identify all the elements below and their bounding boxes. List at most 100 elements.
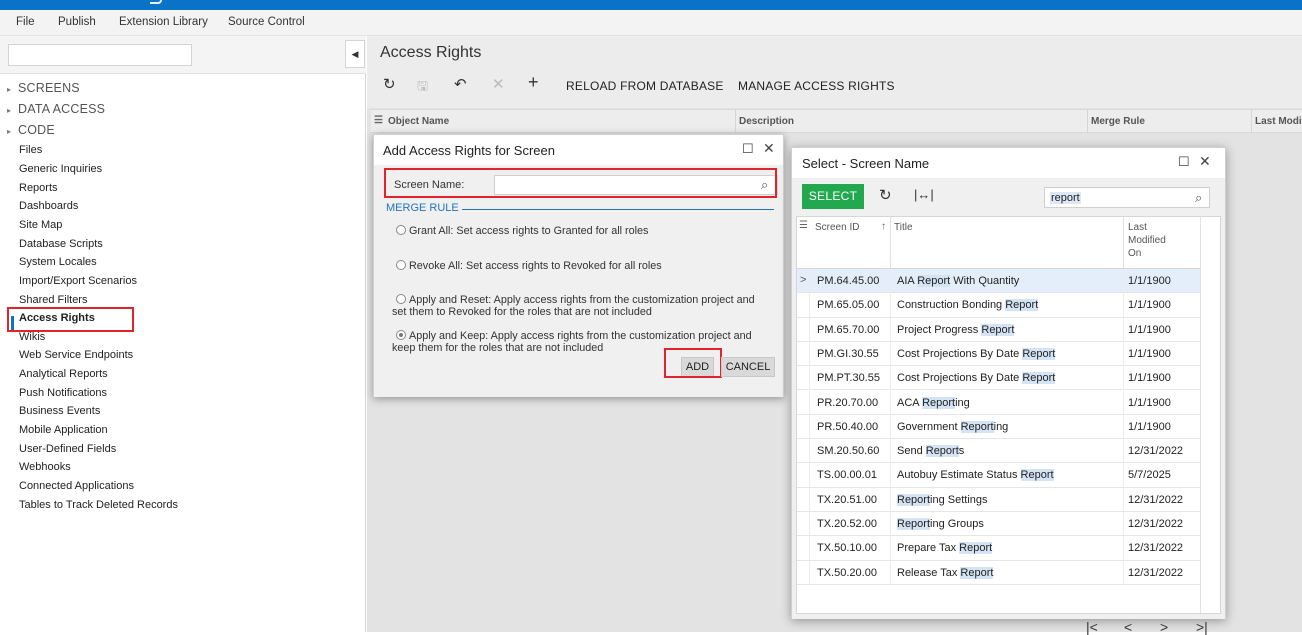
sidebar-item-reports[interactable]: Reports xyxy=(19,182,58,194)
radio-button[interactable] xyxy=(396,294,406,304)
sidebar-item-webhooks[interactable]: Webhooks xyxy=(19,461,71,473)
screen-search-input[interactable]: report ⌕ xyxy=(1044,187,1210,208)
sidebar-item-shared-filters[interactable]: Shared Filters xyxy=(19,294,87,306)
cell-title: Cost Projections By Date Report xyxy=(897,372,1056,385)
tree-group-label: CODE xyxy=(18,123,55,137)
delete-icon[interactable]: ✕ xyxy=(492,75,505,93)
option-apply-and-reset[interactable]: Apply and Reset: Apply access rights fro… xyxy=(392,294,776,318)
table-row[interactable]: PR.20.70.00 ACA Reporting 1/1/1900 xyxy=(797,390,1200,415)
tree-group-data-access[interactable]: ▸ DATA ACCESS xyxy=(7,102,105,116)
menu-file[interactable]: File xyxy=(16,16,35,28)
prev-page-button[interactable]: < xyxy=(1124,619,1132,635)
column-screen-id[interactable]: Screen ID xyxy=(815,222,859,235)
table-row[interactable]: PR.50.40.00 Government Reporting 1/1/1900 xyxy=(797,414,1200,440)
sidebar-item-mobile-application[interactable]: Mobile Application xyxy=(19,424,108,436)
column-chooser-icon[interactable]: ☰ xyxy=(374,115,383,126)
add-icon[interactable]: + xyxy=(528,72,539,93)
table-row[interactable]: TX.20.51.00 Reporting Settings 12/31/2022 xyxy=(797,487,1200,512)
sidebar-item-database-scripts[interactable]: Database Scripts xyxy=(19,238,103,250)
cell-last-modified: 1/1/1900 xyxy=(1128,396,1171,409)
option-revoke-all[interactable]: Revoke All: Set access rights to Revoked… xyxy=(396,260,776,272)
manage-access-rights-button[interactable]: MANAGE ACCESS RIGHTS xyxy=(738,79,895,93)
sidebar-item-user-defined-fields[interactable]: User-Defined Fields xyxy=(19,443,116,455)
column-separator xyxy=(1123,341,1124,366)
highlight-box xyxy=(664,348,722,378)
sidebar-item-dashboards[interactable]: Dashboards xyxy=(19,200,78,212)
scrollbar[interactable] xyxy=(1200,217,1220,613)
sidebar-item-business-events[interactable]: Business Events xyxy=(19,405,100,417)
radio-button[interactable] xyxy=(396,225,406,235)
title-part: ing xyxy=(993,420,1009,433)
menu-extension-library[interactable]: Extension Library xyxy=(119,16,208,28)
column-last-modified[interactable]: Last Modi xyxy=(1255,116,1302,127)
save-icon[interactable]: 🖫 xyxy=(417,77,428,99)
refresh-icon[interactable]: ↻ xyxy=(383,75,396,93)
title-part: With Quantity xyxy=(950,275,1020,287)
table-row[interactable]: PM.65.70.00 Project Progress Report 1/1/19… xyxy=(797,317,1200,342)
close-icon[interactable]: ✕ xyxy=(1199,153,1211,170)
tree-group-label: SCREENS xyxy=(18,81,80,95)
sidebar-item-generic-inquiries[interactable]: Generic Inquiries xyxy=(19,163,102,175)
first-page-button[interactable]: |< xyxy=(1086,619,1098,635)
search-match: Report xyxy=(897,518,931,530)
dialog-title: Select - Screen Name xyxy=(802,156,930,171)
column-separator xyxy=(890,536,891,561)
table-row[interactable]: PM.65.05.00 Construction Bonding Report 1/… xyxy=(797,293,1200,318)
column-separator xyxy=(890,512,891,536)
maximize-icon[interactable]: ☐ xyxy=(742,141,754,157)
sidebar-item-analytical-reports[interactable]: Analytical Reports xyxy=(19,368,108,380)
sidebar-item-wikis[interactable]: Wikis xyxy=(19,331,45,343)
maximize-icon[interactable]: ☐ xyxy=(1178,154,1190,170)
select-button[interactable]: SELECT xyxy=(802,184,864,209)
refresh-icon[interactable]: ↻ xyxy=(879,186,892,204)
sidebar-item-system-locales[interactable]: System Locales xyxy=(19,256,97,268)
sidebar-item-site-map[interactable]: Site Map xyxy=(19,219,62,231)
sidebar-item-files[interactable]: Files xyxy=(19,144,42,156)
sidebar-collapse-button[interactable]: ◀ xyxy=(345,40,365,68)
column-object-name[interactable]: Object Name xyxy=(388,116,449,127)
table-row[interactable]: PM.GI.30.55 Cost Projections By Date Repo… xyxy=(797,341,1200,367)
table-row[interactable]: TX.50.10.00 Prepare Tax Report 12/31/2022 xyxy=(797,536,1200,561)
title-part: ing Groups xyxy=(930,518,984,530)
cell-title: Government Reporting xyxy=(897,420,1009,433)
radio-button[interactable] xyxy=(396,260,406,270)
sort-ascending-icon[interactable]: ↑ xyxy=(881,221,886,234)
menu-publish[interactable]: Publish xyxy=(58,16,96,28)
search-icon[interactable]: ⌕ xyxy=(1195,190,1202,206)
cell-title: Send Reports xyxy=(897,445,964,458)
table-row[interactable]: TX.50.20.00 Release Tax Report 12/31/2022 xyxy=(797,560,1200,585)
table-row[interactable]: TS.00.00.01 Autobuy Estimate Status Repor… xyxy=(797,463,1200,488)
option-grant-all[interactable]: Grant All: Set access rights to Granted … xyxy=(396,225,776,237)
column-separator xyxy=(1123,390,1124,415)
table-row[interactable]: PM.PT.30.55 Cost Projections By Date Repo… xyxy=(797,366,1200,391)
sidebar-item-push-notifications[interactable]: Push Notifications xyxy=(19,387,107,399)
close-icon[interactable]: ✕ xyxy=(763,140,775,157)
sidebar-item-tables-deleted-records[interactable]: Tables to Track Deleted Records xyxy=(19,499,178,511)
last-page-button[interactable]: >| xyxy=(1196,619,1208,635)
undo-icon[interactable]: ↶ xyxy=(454,75,467,93)
tree-group-screens[interactable]: ▸ SCREENS xyxy=(7,81,80,95)
sidebar-item-connected-applications[interactable]: Connected Applications xyxy=(19,480,134,492)
sidebar-item-import-export[interactable]: Import/Export Scenarios xyxy=(19,275,137,287)
tree-group-code[interactable]: ▸ CODE xyxy=(7,123,55,137)
sidebar-item-web-service-endpoints[interactable]: Web Service Endpoints xyxy=(19,349,133,361)
cancel-button[interactable]: CANCEL xyxy=(721,357,775,377)
column-title[interactable]: Title xyxy=(894,222,913,235)
select-screen-name-dialog: Select - Screen Name ☐ ✕ SELECT ↻ |↔| re… xyxy=(791,147,1226,635)
radio-button-selected[interactable] xyxy=(396,330,406,340)
reload-from-database-button[interactable]: RELOAD FROM DATABASE xyxy=(566,79,724,93)
table-row[interactable]: SM.20.50.60 Send Reports 12/31/2022 xyxy=(797,439,1200,464)
table-row[interactable]: TX.20.52.00 Reporting Groups 12/31/2022 xyxy=(797,512,1200,537)
menu-source-control[interactable]: Source Control xyxy=(228,16,305,28)
sidebar-search-input[interactable] xyxy=(8,44,192,66)
column-merge-rule[interactable]: Merge Rule xyxy=(1091,116,1145,127)
column-last-modified-1[interactable]: Last xyxy=(1128,222,1147,235)
table-row[interactable]: > PM.64.45.00 AIA Report With Quantity 1/1/… xyxy=(797,269,1200,294)
column-chooser-icon[interactable]: ☰ xyxy=(799,220,808,233)
dialog-title: Add Access Rights for Screen xyxy=(383,143,555,158)
next-page-button[interactable]: > xyxy=(1160,619,1168,635)
column-description[interactable]: Description xyxy=(739,116,794,127)
fit-columns-icon[interactable]: |↔| xyxy=(914,187,934,202)
cell-screen-id: PM.PT.30.55 xyxy=(817,372,880,385)
highlight-box xyxy=(384,168,777,198)
